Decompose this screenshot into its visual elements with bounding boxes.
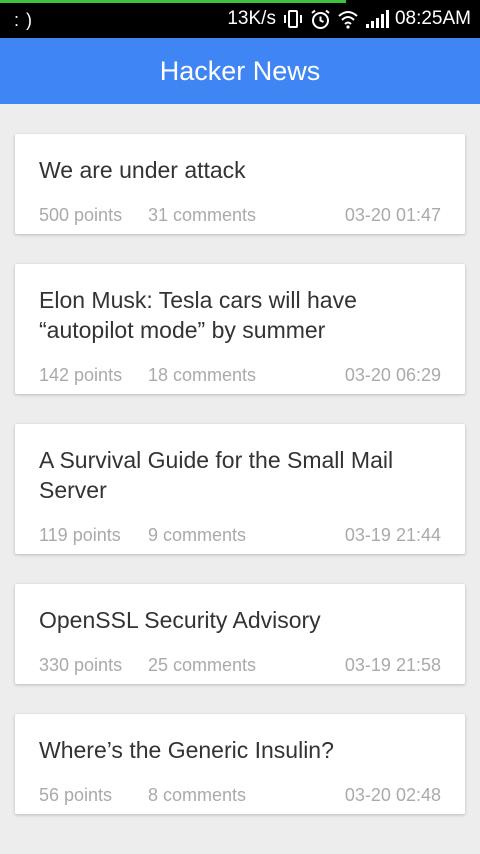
- story-time: 03-20 01:47: [344, 205, 441, 225]
- story-card[interactable]: A Survival Guide for the Small Mail Serv…: [15, 424, 465, 554]
- download-progress-bar: [0, 0, 346, 3]
- story-title[interactable]: Where’s the Generic Insulin?: [39, 735, 441, 765]
- story-points: 56 points: [39, 785, 113, 805]
- story-comments[interactable]: 31 comments: [148, 203, 345, 227]
- app-title: Hacker News: [159, 55, 321, 86]
- story-meta: 56 points 8 comments 03-20 02:48: [39, 783, 441, 807]
- status-right-group: 13K/s 08:25AM: [227, 8, 471, 30]
- wifi-icon: [337, 9, 359, 29]
- story-meta: 500 points 31 comments 03-20 01:47: [39, 203, 441, 227]
- story-time: 03-19 21:44: [344, 525, 441, 545]
- story-card[interactable]: We are under attack 500 points 31 comments…: [15, 134, 465, 234]
- story-comments[interactable]: 18 comments: [148, 363, 345, 387]
- story-card[interactable]: OpenSSL Security Advisory 330 points 25 co…: [15, 584, 465, 684]
- story-points: 142 points: [39, 365, 123, 385]
- signal-icon: [365, 9, 389, 29]
- network-speed: 13K/s: [227, 8, 276, 29]
- story-title[interactable]: Elon Musk: Tesla cars will have “autopil…: [39, 285, 441, 345]
- story-meta: 119 points 9 comments 03-19 21:44: [39, 523, 441, 547]
- story-list: We are under attack 500 points 31 comments…: [0, 104, 480, 814]
- story-card[interactable]: Elon Musk: Tesla cars will have “autopil…: [15, 264, 465, 394]
- story-points: 500 points: [39, 205, 123, 225]
- story-meta: 330 points 25 comments 03-19 21:58: [39, 653, 441, 677]
- story-time: 03-20 06:29: [344, 365, 441, 385]
- story-comments[interactable]: 9 comments: [148, 523, 345, 547]
- story-time: 03-19 21:58: [344, 655, 441, 675]
- clock-time: 08:25AM: [394, 8, 471, 29]
- story-points: 330 points: [39, 655, 123, 675]
- story-points: 119 points: [39, 525, 121, 545]
- story-title[interactable]: A Survival Guide for the Small Mail Serv…: [39, 445, 441, 505]
- story-card[interactable]: Where’s the Generic Insulin? 56 points 8 c…: [15, 714, 465, 814]
- status-bar: : ) 13K/s 08:25AM: [0, 0, 480, 38]
- story-comments[interactable]: 25 comments: [148, 653, 345, 677]
- status-left-text: : ): [14, 10, 33, 30]
- story-time: 03-20 02:48: [344, 785, 441, 805]
- story-meta: 142 points 18 comments 03-20 06:29: [39, 363, 441, 387]
- app-bar: Hacker News: [0, 38, 480, 104]
- story-comments[interactable]: 8 comments: [148, 783, 345, 807]
- alarm-icon: [310, 9, 331, 30]
- story-title[interactable]: OpenSSL Security Advisory: [39, 605, 441, 635]
- vibrate-icon: [282, 9, 304, 29]
- story-title[interactable]: We are under attack: [39, 155, 441, 185]
